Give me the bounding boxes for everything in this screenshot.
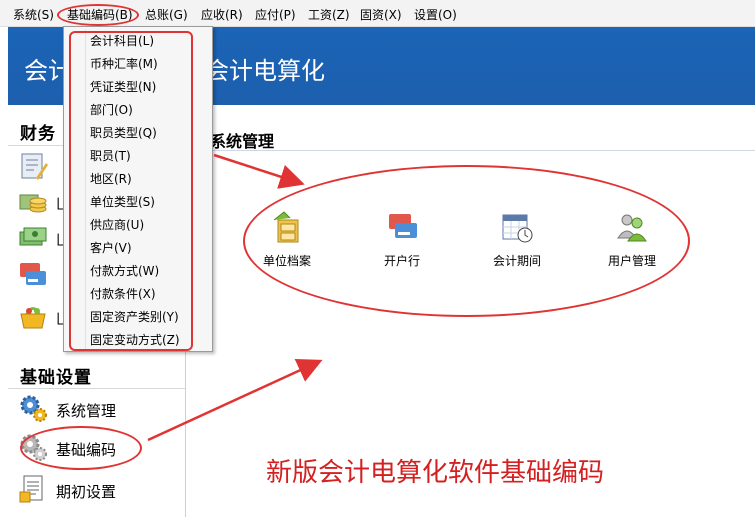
menu-item-voucher-type[interactable]: 凭证类型(N) [90, 78, 156, 95]
menu-item-payment-method[interactable]: 付款方式(W) [90, 262, 159, 279]
tool-bank[interactable]: 开户行 [357, 210, 447, 269]
tool-label: 单位档案 [262, 254, 311, 268]
sidebar-item-label: 期初设置 [56, 483, 117, 501]
tool-label: 会计期间 [492, 254, 541, 268]
menu-item-asset-change-method[interactable]: 固定变动方式(Z) [90, 331, 180, 348]
users-icon [617, 214, 647, 242]
menu-fixed-assets[interactable]: 固资(X) [360, 6, 402, 23]
sidebar-item-label: 基础编码 [56, 441, 117, 459]
calendar-clock-icon [502, 214, 533, 243]
banner-title-right: 会计电算化 [205, 57, 325, 85]
tool-user-management[interactable]: 用户管理 [587, 210, 677, 269]
basket-icon[interactable] [18, 301, 48, 331]
sidebar-item-label: 系统管理 [56, 402, 117, 420]
menu-receivables[interactable]: 应收(R) [201, 6, 243, 23]
coins-icon[interactable] [18, 187, 48, 217]
ledger-icon[interactable] [18, 151, 48, 181]
gear-icon [20, 434, 47, 461]
menu-gutter [85, 29, 86, 349]
menu-item-company-type[interactable]: 单位类型(S) [90, 193, 155, 210]
menu-settings[interactable]: 设置(O) [414, 6, 457, 23]
bank-card-icon [389, 214, 417, 238]
menu-item-asset-category[interactable]: 固定资产类别(Y) [90, 308, 179, 325]
menu-item-staff[interactable]: 职员(T) [90, 147, 131, 164]
menu-item-staff-type[interactable]: 职员类型(Q) [90, 124, 157, 141]
cash-icon[interactable] [18, 223, 48, 253]
sidebar-section-basic: 基础设置 [20, 368, 92, 388]
page-title: 系统管理 [210, 132, 275, 151]
cabinet-icon [273, 211, 299, 243]
menu-general-ledger[interactable]: 总账(G) [145, 6, 188, 23]
tool-accounting-period[interactable]: 会计期间 [472, 210, 562, 269]
menu-item-currency-rate[interactable]: 币种汇率(M) [90, 55, 158, 72]
basic-coding-dropdown: 会计科目(L) 币种汇率(M) 凭证类型(N) 部门(O) 职员类型(Q) 职员… [63, 26, 213, 352]
menu-bar: 系统(S) 基础编码(B) 总账(G) 应收(R) 应付(P) 工资(Z) 固资… [0, 0, 755, 27]
tool-company-profile[interactable]: 单位档案 [242, 210, 332, 269]
menu-item-accounts[interactable]: 会计科目(L) [90, 32, 154, 49]
tool-label: 用户管理 [607, 254, 656, 268]
menu-item-payment-terms[interactable]: 付款条件(X) [90, 285, 156, 302]
menu-payroll[interactable]: 工资(Z) [308, 6, 350, 23]
menu-item-supplier[interactable]: 供应商(U) [90, 216, 144, 233]
menu-system[interactable]: 系统(S) [13, 6, 54, 23]
card-icon[interactable] [18, 259, 48, 289]
tool-label: 开户行 [383, 254, 420, 268]
menu-item-region[interactable]: 地区(R) [90, 170, 132, 187]
menu-basic-coding[interactable]: 基础编码(B) [67, 6, 133, 23]
menu-item-customer[interactable]: 客户(V) [90, 239, 132, 256]
sidebar-section-finance: 财务 [20, 124, 56, 144]
arrow-to-tools [213, 153, 305, 189]
annotation-caption: 新版会计电算化软件基础编码 [266, 458, 605, 488]
document-icon [19, 475, 43, 503]
menu-item-department[interactable]: 部门(O) [90, 101, 133, 118]
title-divider [192, 150, 755, 151]
sidebar-divider [8, 388, 185, 389]
menu-payables[interactable]: 应付(P) [255, 6, 296, 23]
gear-icon [20, 395, 47, 422]
